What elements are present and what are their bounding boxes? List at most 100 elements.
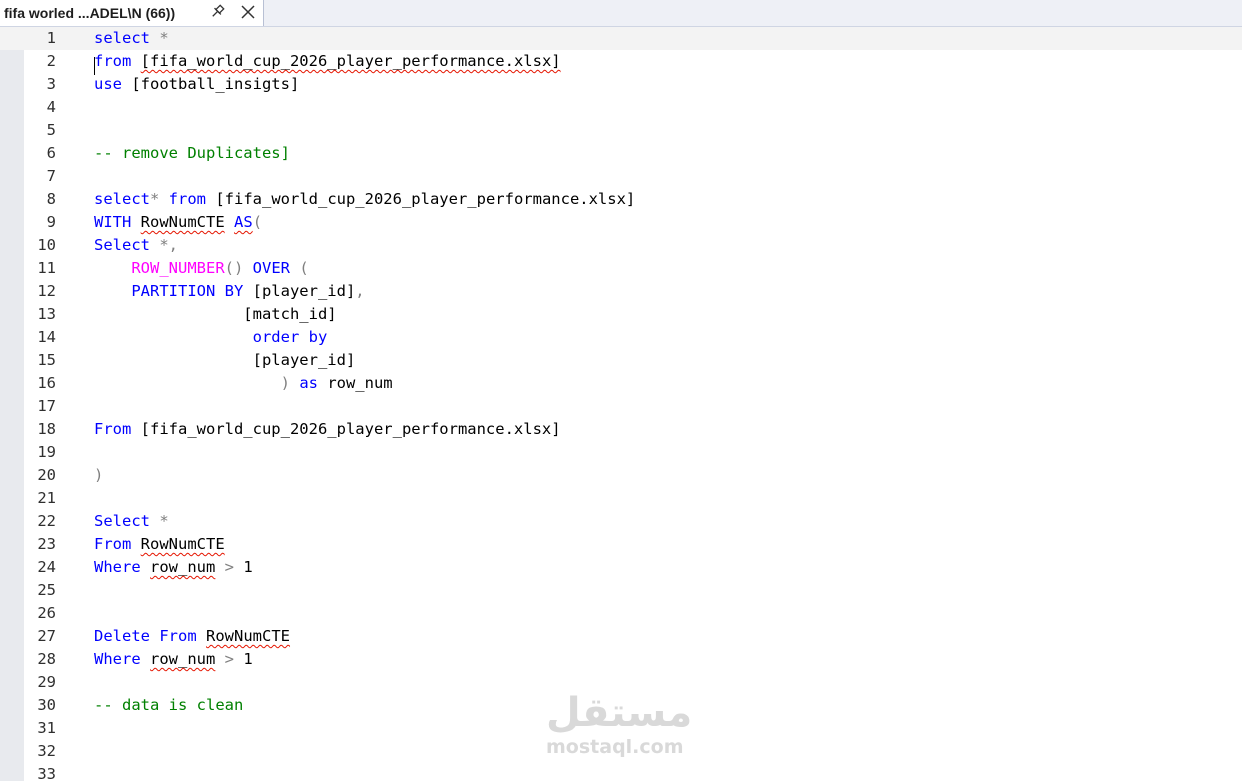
code-line[interactable]: 15 [player_id] xyxy=(0,349,1242,372)
line-number: 9 xyxy=(46,213,56,231)
text-cursor xyxy=(94,57,95,75)
line-number: 8 xyxy=(46,190,56,208)
code-token: [football_insigts] xyxy=(122,75,300,93)
code-line[interactable]: 9 WITH RowNumCTE AS( xyxy=(0,211,1242,234)
line-number: 20 xyxy=(37,466,56,484)
code-token: * xyxy=(150,29,169,47)
code-line[interactable]: 26 xyxy=(0,602,1242,625)
code-line[interactable]: 22 Select * xyxy=(0,510,1242,533)
code-token: row_num xyxy=(150,558,216,576)
code-token: [player_id] xyxy=(243,282,356,300)
line-number: 28 xyxy=(37,650,56,668)
line-number: 5 xyxy=(46,121,56,139)
line-number: 23 xyxy=(37,535,56,553)
code-line[interactable]: 23 From RowNumCTE xyxy=(0,533,1242,556)
line-number: 17 xyxy=(37,397,56,415)
pin-icon[interactable] xyxy=(208,3,226,21)
watermark-logo-arabic: مستقل xyxy=(546,690,693,736)
code-token: Select xyxy=(94,236,150,254)
code-token: as xyxy=(299,374,318,392)
code-line[interactable]: 5 xyxy=(0,119,1242,142)
code-token: Delete xyxy=(94,627,150,645)
code-text: ) xyxy=(94,464,103,487)
line-number: 30 xyxy=(37,696,56,714)
code-line[interactable]: 18 From [fifa_world_cup_2026_player_perfo… xyxy=(0,418,1242,441)
line-number: 33 xyxy=(37,765,56,781)
code-token: > xyxy=(215,558,244,576)
code-line[interactable]: 21 xyxy=(0,487,1242,510)
watermark-logo-latin: mostaql.com xyxy=(546,736,684,758)
line-number: 26 xyxy=(37,604,56,622)
code-line[interactable]: 25 xyxy=(0,579,1242,602)
code-editor[interactable]: 1 select * 2 from [fifa_world_cup_2026_play… xyxy=(0,27,1242,781)
code-line[interactable]: 24 Where row_num > 1 xyxy=(0,556,1242,579)
code-text: order by xyxy=(94,326,328,349)
code-line[interactable]: 20) xyxy=(0,464,1242,487)
code-line[interactable]: 10 Select *, xyxy=(0,234,1242,257)
code-token: Where xyxy=(94,650,141,668)
line-number: 15 xyxy=(37,351,56,369)
code-line[interactable]: 6 -- remove Duplicates] xyxy=(0,142,1242,165)
code-line[interactable]: 12 PARTITION BY [player_id], xyxy=(0,280,1242,303)
line-number: 10 xyxy=(37,236,56,254)
code-text: ) as row_num xyxy=(94,372,393,395)
code-token: > xyxy=(215,650,244,668)
code-line[interactable]: 1 select * xyxy=(0,27,1242,50)
code-token: From xyxy=(94,535,132,553)
code-text: From [fifa_world_cup_2026_player_perform… xyxy=(94,418,561,441)
close-icon[interactable] xyxy=(238,2,258,22)
code-token: , xyxy=(355,282,365,300)
code-line[interactable]: 7 xyxy=(0,165,1242,188)
line-number: 21 xyxy=(37,489,56,507)
code-token: select xyxy=(94,190,150,208)
code-line[interactable]: 28 Where row_num > 1 xyxy=(0,648,1242,671)
code-token: [fifa_world_cup_2026_player_performance.… xyxy=(140,52,561,70)
line-number: 12 xyxy=(37,282,56,300)
code-token: -- remove Duplicates] xyxy=(94,144,290,162)
code-token: ( xyxy=(289,259,309,277)
code-text: select* from [fifa_world_cup_2026_player… xyxy=(94,188,635,211)
code-token: RowNumCTE xyxy=(206,627,291,645)
line-number: 16 xyxy=(37,374,56,392)
code-line[interactable]: 14 order by xyxy=(0,326,1242,349)
code-line[interactable]: 17 xyxy=(0,395,1242,418)
line-number: 1 xyxy=(46,29,56,47)
code-line[interactable]: 13 [match_id] xyxy=(0,303,1242,326)
code-token: 1 xyxy=(243,650,253,668)
code-line[interactable]: 4 xyxy=(0,96,1242,119)
line-number: 19 xyxy=(37,443,56,461)
code-line[interactable]: 3 use [football_insigts] xyxy=(0,73,1242,96)
code-text: Select *, xyxy=(94,234,178,257)
tab-strip: fifa worled ...ADEL\N (66)) xyxy=(0,0,1242,27)
code-token: *, xyxy=(150,236,178,254)
code-token: PARTITION BY xyxy=(131,282,244,300)
line-number: 31 xyxy=(37,719,56,737)
code-line[interactable]: 11 ROW_NUMBER() OVER ( xyxy=(0,257,1242,280)
code-token: RowNumCTE xyxy=(140,213,225,231)
code-text: [player_id] xyxy=(94,349,356,372)
line-number: 2 xyxy=(46,52,56,70)
code-line[interactable]: 19 xyxy=(0,441,1242,464)
document-tab[interactable]: fifa worled ...ADEL\N (66)) xyxy=(0,0,264,26)
line-number: 32 xyxy=(37,742,56,760)
line-number: 13 xyxy=(37,305,56,323)
line-number: 6 xyxy=(46,144,56,162)
code-text: WITH RowNumCTE AS( xyxy=(94,211,262,234)
code-line[interactable]: 2 from [fifa_world_cup_2026_player_perfor… xyxy=(0,50,1242,73)
code-line[interactable]: 27 Delete From RowNumCTE xyxy=(0,625,1242,648)
code-token: [fifa_world_cup_2026_player_performance.… xyxy=(131,420,561,438)
code-line[interactable]: 16 ) as row_num xyxy=(0,372,1242,395)
watermark: مستقل mostaql.com xyxy=(540,690,700,770)
line-number: 7 xyxy=(46,167,56,185)
code-line[interactable]: 8 select* from [fifa_world_cup_2026_playe… xyxy=(0,188,1242,211)
code-text: -- data is clean xyxy=(94,694,243,717)
code-token: [fifa_world_cup_2026_player_performance.… xyxy=(206,190,636,208)
